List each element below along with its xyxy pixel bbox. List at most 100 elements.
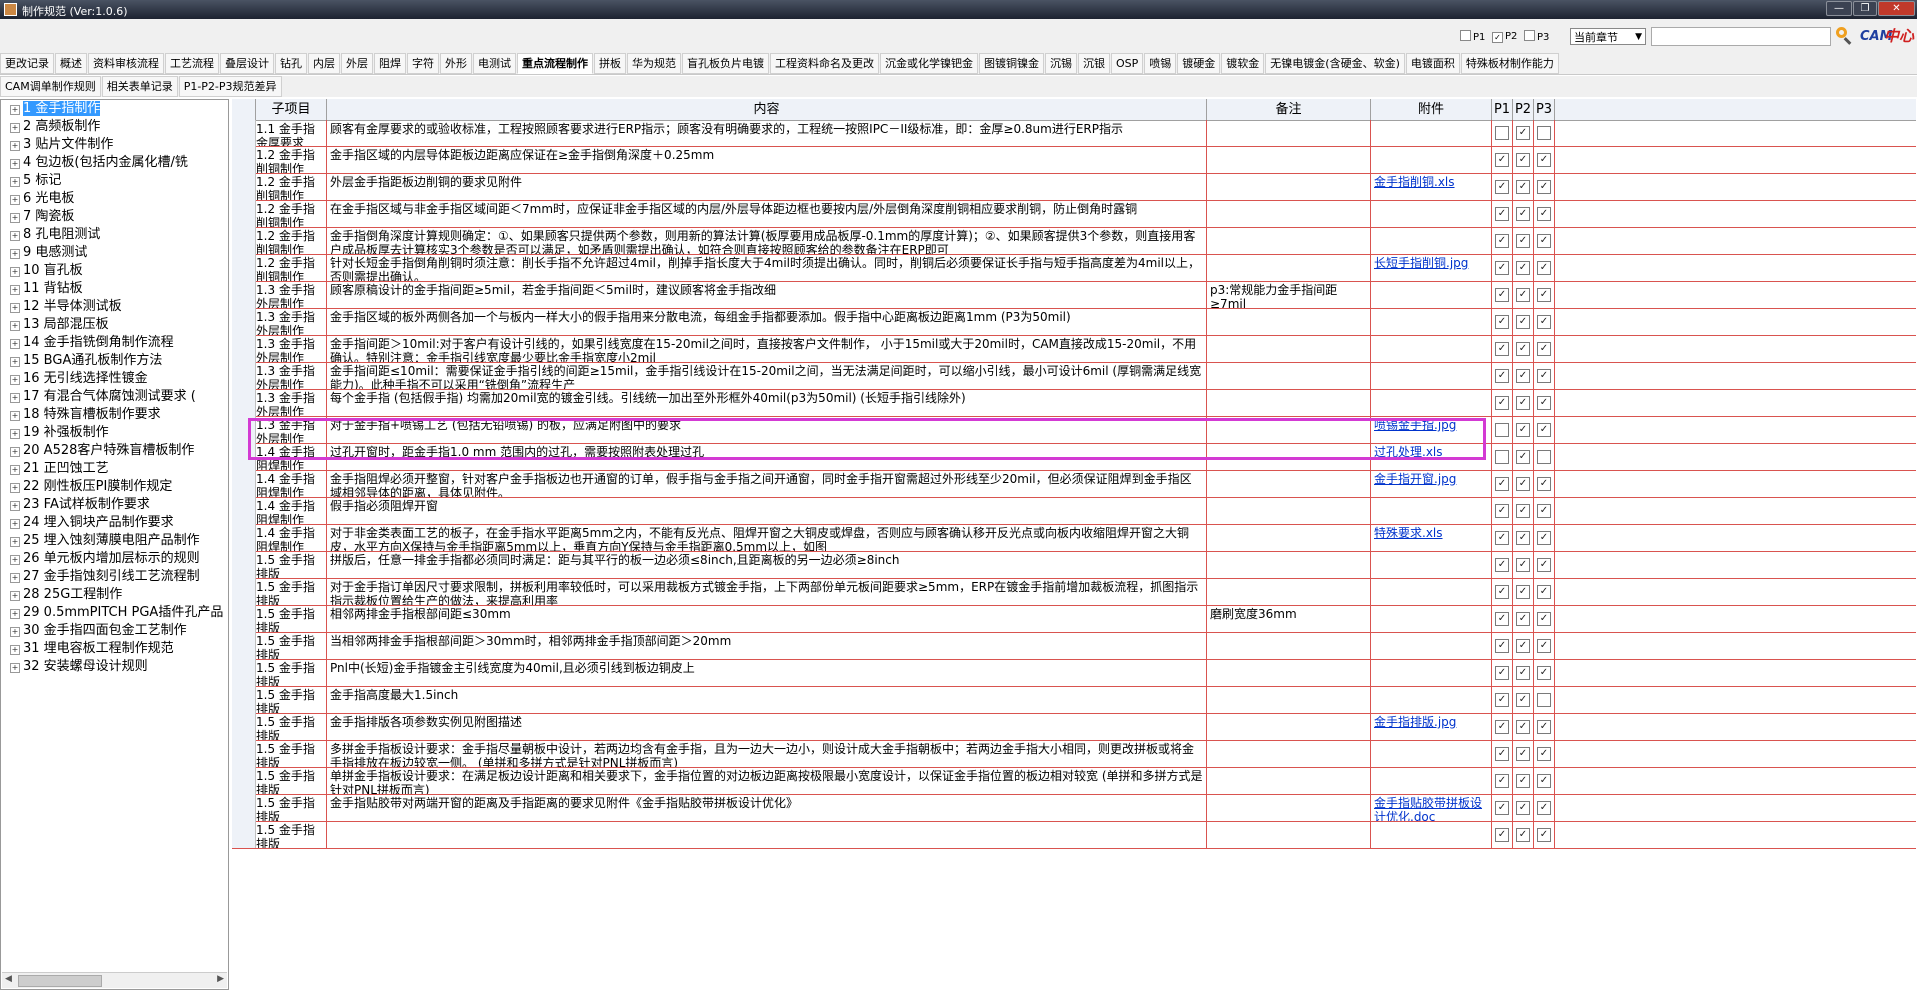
p1-checkbox[interactable]: ✓ bbox=[1495, 827, 1509, 842]
attachment-link[interactable]: 金手指削铜.xls bbox=[1374, 175, 1455, 189]
p1-checkbox[interactable]: ✓ bbox=[1495, 152, 1509, 167]
header-item[interactable]: 子项目 bbox=[256, 99, 327, 120]
p3-checkbox[interactable]: ✓ bbox=[1537, 287, 1551, 302]
tree-item[interactable]: +31 埋电容板工程制作规范 bbox=[1, 640, 228, 658]
tree-item[interactable]: +10 盲孔板 bbox=[1, 262, 228, 280]
p2-checkbox[interactable]: ✓ bbox=[1516, 233, 1530, 248]
cell-attachment[interactable]: 过孔处理.xls bbox=[1371, 443, 1492, 470]
expand-icon[interactable]: + bbox=[10, 105, 20, 115]
p2-checkbox[interactable]: ✓ bbox=[1516, 530, 1530, 545]
p1-checkbox[interactable]: ✓ bbox=[1495, 503, 1509, 518]
expand-icon[interactable]: + bbox=[10, 429, 20, 439]
expand-icon[interactable]: + bbox=[10, 195, 20, 205]
p1-checkbox[interactable]: ✓ bbox=[1495, 395, 1509, 410]
tab-13[interactable]: 拼板 bbox=[594, 53, 626, 74]
tab-11[interactable]: 电测试 bbox=[473, 53, 516, 74]
p1-checkbox[interactable]: ✓ bbox=[1495, 665, 1509, 680]
p2-checkbox[interactable]: ✓ bbox=[1516, 179, 1530, 194]
tree-item[interactable]: +13 局部混压板 bbox=[1, 316, 228, 334]
p1-checkbox[interactable]: ✓ bbox=[1495, 179, 1509, 194]
tree-item[interactable]: +32 安装螺母设计规则 bbox=[1, 658, 228, 676]
p1-checkbox[interactable]: ✓ bbox=[1495, 557, 1509, 572]
expand-icon[interactable]: + bbox=[10, 357, 20, 367]
p3-checkbox[interactable]: ✓ bbox=[1537, 503, 1551, 518]
tree-horizontal-scrollbar[interactable]: ◀ ▶ bbox=[2, 972, 227, 988]
tab-26[interactable]: 电镀面积 bbox=[1405, 53, 1460, 74]
p2-checkbox[interactable]: ✓ bbox=[1516, 260, 1530, 275]
scroll-right-icon[interactable]: ▶ bbox=[217, 974, 224, 984]
checkbox[interactable] bbox=[1524, 30, 1535, 41]
expand-icon[interactable]: + bbox=[10, 285, 20, 295]
tree-item[interactable]: +21 正凹蚀工艺 bbox=[1, 460, 228, 478]
p2-checkbox[interactable]: ✓ bbox=[1516, 557, 1530, 572]
filter-p3[interactable]: P3 bbox=[1524, 30, 1549, 44]
p3-checkbox[interactable]: ✓ bbox=[1537, 773, 1551, 788]
p1-checkbox[interactable]: ✓ bbox=[1495, 530, 1509, 545]
p1-checkbox[interactable]: ✓ bbox=[1495, 773, 1509, 788]
tab-4[interactable]: 叠层设计 bbox=[220, 53, 274, 74]
tree-item[interactable]: +19 补强板制作 bbox=[1, 424, 228, 442]
p3-checkbox[interactable]: ✓ bbox=[1537, 152, 1551, 167]
tab-16[interactable]: 工程资料命名及更改 bbox=[770, 53, 879, 74]
expand-icon[interactable]: + bbox=[10, 249, 20, 259]
p1-checkbox[interactable] bbox=[1495, 126, 1509, 140]
expand-icon[interactable]: + bbox=[10, 321, 20, 331]
tree-item[interactable]: +29 0.5mmPITCH PGA插件孔产品 bbox=[1, 604, 228, 622]
tab-6[interactable]: 内层 bbox=[308, 53, 340, 74]
expand-icon[interactable]: + bbox=[10, 339, 20, 349]
p3-checkbox[interactable] bbox=[1537, 449, 1551, 464]
p1-checkbox[interactable]: ✓ bbox=[1495, 800, 1509, 815]
expand-icon[interactable]: + bbox=[10, 537, 20, 547]
attachment-link[interactable]: 金手指开窗.jpg bbox=[1374, 472, 1456, 486]
expand-icon[interactable]: + bbox=[10, 177, 20, 187]
p3-checkbox[interactable]: ✓ bbox=[1537, 422, 1551, 437]
tab-secondary-0[interactable]: CAM调单制作规则 bbox=[0, 76, 101, 97]
tab-8[interactable]: 阻焊 bbox=[374, 53, 406, 74]
p2-checkbox[interactable]: ✓ bbox=[1516, 584, 1530, 599]
tree-item[interactable]: +14 金手指铣倒角制作流程 bbox=[1, 334, 228, 352]
tab-9[interactable]: 字符 bbox=[407, 53, 439, 74]
expand-icon[interactable]: + bbox=[10, 501, 20, 511]
tab-10[interactable]: 外形 bbox=[440, 53, 472, 74]
tab-secondary-2[interactable]: P1-P2-P3规范差异 bbox=[178, 76, 282, 97]
p3-checkbox[interactable]: ✓ bbox=[1537, 233, 1551, 248]
p3-checkbox[interactable]: ✓ bbox=[1537, 368, 1551, 383]
p1-checkbox[interactable]: ✓ bbox=[1495, 341, 1509, 356]
p2-checkbox[interactable]: ✓ bbox=[1516, 503, 1530, 518]
p2-checkbox[interactable]: ✓ bbox=[1516, 206, 1530, 221]
cell-attachment[interactable]: 金手指开窗.jpg bbox=[1371, 470, 1492, 497]
p3-checkbox[interactable]: ✓ bbox=[1537, 827, 1551, 842]
header-content[interactable]: 内容 bbox=[327, 99, 1207, 120]
attachment-link[interactable]: 特殊要求.xls bbox=[1374, 526, 1443, 540]
expand-icon[interactable]: + bbox=[10, 663, 20, 673]
grid-corner[interactable] bbox=[232, 99, 256, 120]
cell-attachment[interactable]: 金手指排版.jpg bbox=[1371, 713, 1492, 740]
search-input[interactable] bbox=[1651, 27, 1831, 46]
p3-checkbox[interactable]: ✓ bbox=[1537, 206, 1551, 221]
expand-icon[interactable]: + bbox=[10, 141, 20, 151]
p1-checkbox[interactable]: ✓ bbox=[1495, 692, 1509, 707]
p2-checkbox[interactable]: ✓ bbox=[1516, 611, 1530, 626]
p1-checkbox[interactable]: ✓ bbox=[1495, 206, 1509, 221]
p1-checkbox[interactable]: ✓ bbox=[1495, 287, 1509, 302]
p3-checkbox[interactable] bbox=[1537, 126, 1551, 140]
p2-checkbox[interactable]: ✓ bbox=[1516, 341, 1530, 356]
tab-23[interactable]: 镀硬金 bbox=[1177, 53, 1221, 74]
expand-icon[interactable]: + bbox=[10, 519, 20, 529]
p2-checkbox[interactable]: ✓ bbox=[1516, 422, 1530, 437]
tree-item[interactable]: +7 陶瓷板 bbox=[1, 208, 228, 226]
expand-icon[interactable]: + bbox=[10, 159, 20, 169]
p2-checkbox[interactable]: ✓ bbox=[1516, 692, 1530, 707]
tree-item[interactable]: +11 背钻板 bbox=[1, 280, 228, 298]
header-note[interactable]: 备注 bbox=[1207, 99, 1371, 120]
tree-item[interactable]: +9 电感测试 bbox=[1, 244, 228, 262]
p2-checkbox[interactable]: ✓ bbox=[1516, 476, 1530, 491]
p2-checkbox[interactable]: ✓ bbox=[1516, 665, 1530, 680]
p2-checkbox[interactable]: ✓ bbox=[1516, 368, 1530, 383]
tree-item[interactable]: +18 特殊盲槽板制作要求 bbox=[1, 406, 228, 424]
p3-checkbox[interactable]: ✓ bbox=[1537, 746, 1551, 761]
p3-checkbox[interactable]: ✓ bbox=[1537, 611, 1551, 626]
header-attachment[interactable]: 附件 bbox=[1371, 99, 1492, 120]
tab-7[interactable]: 外层 bbox=[341, 53, 373, 74]
p3-checkbox[interactable] bbox=[1537, 692, 1551, 707]
